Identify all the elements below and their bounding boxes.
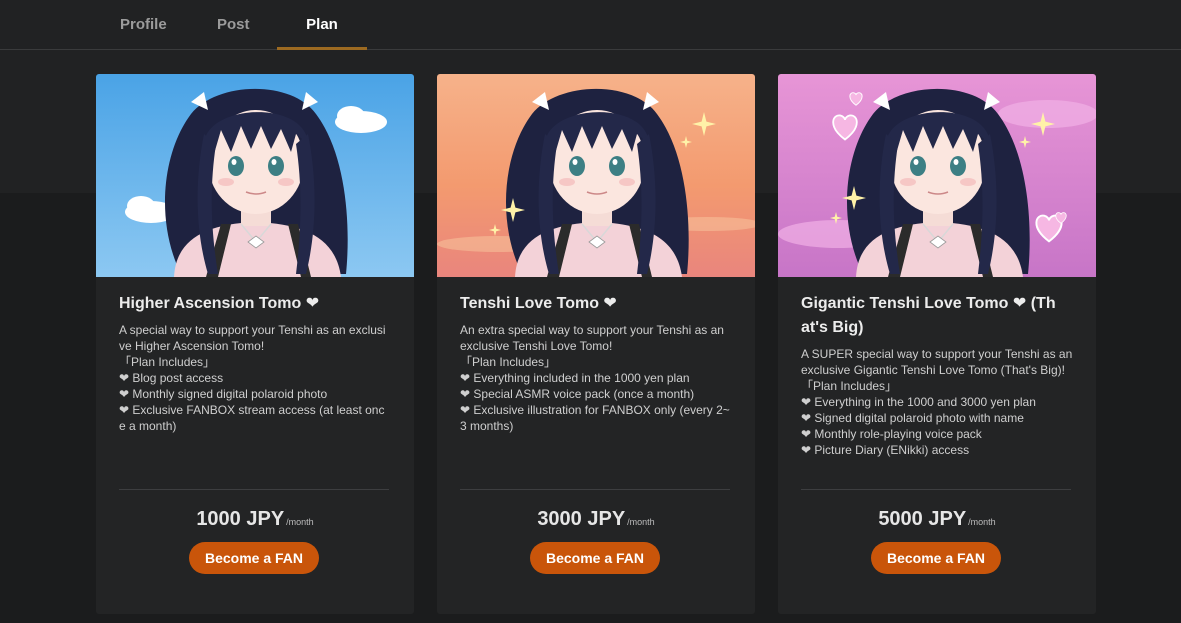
tab-post[interactable]: Post bbox=[217, 0, 250, 49]
plan-card-1000: Higher Ascension Tomo ❤ A special way to… bbox=[96, 74, 414, 614]
price-amount: 1000 JPY bbox=[196, 508, 285, 530]
price-period: /month bbox=[286, 517, 314, 527]
plan-image-3000 bbox=[437, 74, 755, 277]
price-period: /month bbox=[968, 517, 996, 527]
plan-card-3000: Tenshi Love Tomo ❤ An extra special way … bbox=[437, 74, 755, 614]
plan-title: Higher Ascension Tomo ❤ bbox=[119, 295, 320, 312]
plan-description: An extra special way to support your Ten… bbox=[460, 323, 730, 433]
plan-price: 5000 JPY/month bbox=[778, 508, 1096, 531]
divider bbox=[460, 489, 730, 490]
become-fan-button[interactable]: Become a FAN bbox=[530, 542, 660, 574]
price-amount: 5000 JPY bbox=[878, 508, 967, 530]
price-amount: 3000 JPY bbox=[537, 508, 626, 530]
tab-profile[interactable]: Profile bbox=[120, 0, 167, 49]
plan-title: Gigantic Tenshi Love Tomo ❤ (That's Big) bbox=[801, 295, 1056, 336]
plan-description: A special way to support your Tenshi as … bbox=[119, 323, 386, 433]
divider bbox=[801, 489, 1071, 490]
plan-price: 1000 JPY/month bbox=[96, 508, 414, 531]
plan-image-1000 bbox=[96, 74, 414, 277]
become-fan-button[interactable]: Become a FAN bbox=[871, 542, 1001, 574]
price-period: /month bbox=[627, 517, 655, 527]
become-fan-button[interactable]: Become a FAN bbox=[189, 542, 319, 574]
plan-description: A SUPER special way to support your Tens… bbox=[801, 347, 1073, 457]
plan-card-5000: Gigantic Tenshi Love Tomo ❤ (That's Big)… bbox=[778, 74, 1096, 614]
plan-title: Tenshi Love Tomo ❤ bbox=[460, 295, 617, 312]
tab-plan[interactable]: Plan bbox=[277, 0, 367, 50]
plan-image-5000 bbox=[778, 74, 1096, 277]
tab-bar: Profile Post Plan bbox=[0, 0, 1181, 50]
plan-price: 3000 JPY/month bbox=[437, 508, 755, 531]
divider bbox=[119, 489, 389, 490]
